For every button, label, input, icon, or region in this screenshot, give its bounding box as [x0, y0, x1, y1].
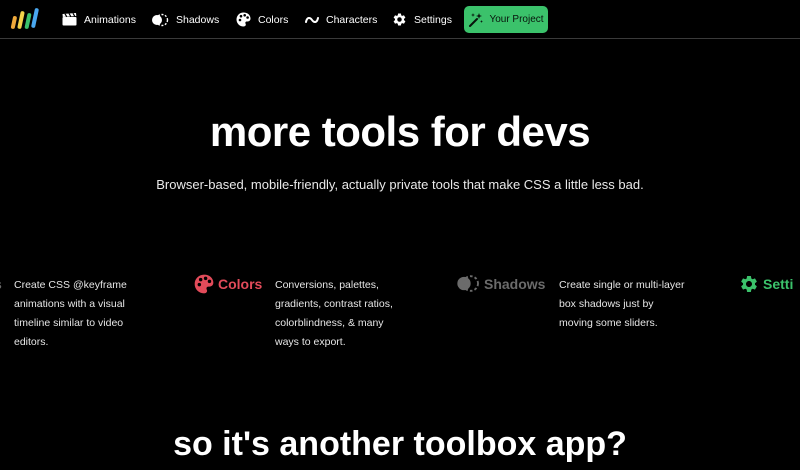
- nav-item-animations[interactable]: Animations: [62, 0, 136, 39]
- top-nav: Animations Shadows Colors Characters Set…: [0, 0, 800, 39]
- your-project-label: Your Project: [489, 14, 544, 25]
- nav-item-label: Settings: [414, 13, 452, 26]
- nav-item-label: Animations: [84, 13, 136, 26]
- tool-desc-animations: Create CSS @keyframe animations with a v…: [14, 279, 127, 348]
- tool-name-animations[interactable]: s: [0, 276, 2, 292]
- palette-icon: [194, 274, 214, 294]
- app-logo-icon[interactable]: [10, 7, 40, 31]
- gear-icon: [393, 13, 406, 26]
- hero-subtitle: Browser-based, mobile-friendly, actually…: [156, 177, 644, 192]
- tool-name-settings[interactable]: Setti: [739, 274, 793, 294]
- tool-desc-shadows: Create single or multi-layer box shadows…: [559, 279, 685, 329]
- hero-title: more tools for devs: [209, 108, 591, 155]
- tool-name-shadows[interactable]: Shadows: [456, 274, 545, 293]
- your-project-button[interactable]: Your Project: [464, 6, 548, 33]
- tool-desc-colors: Conversions, palettes, gradients, contra…: [275, 279, 393, 348]
- clapperboard-icon: [62, 13, 77, 26]
- nav-item-characters[interactable]: Characters: [305, 0, 377, 39]
- nav-item-colors[interactable]: Colors: [236, 0, 288, 39]
- sparkle-wand-icon: [469, 13, 484, 27]
- nav-item-label: Shadows: [176, 13, 220, 26]
- tool-name-colors[interactable]: Colors: [194, 274, 262, 294]
- palette-icon: [236, 12, 251, 27]
- shadow-circle-icon: [152, 13, 169, 26]
- nav-item-settings[interactable]: Settings: [392, 0, 452, 39]
- nav-item-label: Characters: [326, 13, 378, 26]
- tilde-icon: [305, 16, 319, 23]
- gear-icon: [741, 276, 757, 292]
- nav-item-label: Colors: [258, 13, 289, 26]
- nav-item-shadows[interactable]: Shadows: [151, 0, 219, 39]
- section-title: so it's another toolbox app?: [173, 425, 627, 463]
- shadow-circle-icon: [457, 275, 479, 292]
